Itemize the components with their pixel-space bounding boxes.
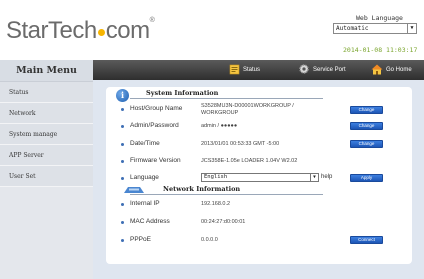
header: StarTech com® Web Language Automatic ▼ 20… [0, 0, 424, 60]
home-icon [371, 64, 383, 75]
nav-service-port[interactable]: Service Port [298, 60, 346, 80]
sidebar-item-network[interactable]: Network [0, 103, 93, 124]
network-info-divider [130, 194, 323, 195]
logo-dot-icon [97, 29, 105, 36]
nav-status[interactable]: Status [229, 60, 260, 80]
internal-ip-row: Internal IP 192.168.0.2 [106, 198, 412, 210]
firmware-value: JCS358E-1.05e LOADER 1.04V W2.02 [201, 158, 298, 164]
mac-address-row: MAC Address 00:24:27:d0:00:01 [106, 216, 412, 228]
chevron-down-icon[interactable]: ▼ [310, 174, 318, 181]
admin-password-change-button[interactable]: Change [350, 122, 383, 130]
host-group-label: Host/Group Name [130, 105, 183, 112]
system-info-divider [130, 98, 323, 99]
host-group-row: Host/Group Name S3528MU3N-D00001WORKGROU… [106, 103, 412, 116]
web-language-value: Automatic [336, 25, 369, 32]
language-row: Language English ▼ help Apply [106, 172, 412, 184]
mac-address-value: 00:24:27:d0:00:01 [201, 219, 246, 225]
pppoe-label: PPPoE [130, 236, 151, 243]
sidebar-item-system-manage[interactable]: System manage [0, 124, 93, 145]
bullet [121, 221, 124, 224]
date-time-label: Date/Time [130, 140, 160, 147]
date-time-change-button[interactable]: Change [350, 140, 383, 148]
admin-password-row: Admin/Password admin / ●●●●● Change [106, 120, 412, 132]
startech-logo[interactable]: StarTech com® [6, 17, 155, 45]
bullet [121, 143, 124, 146]
status-icon [229, 64, 240, 75]
bullet [121, 177, 124, 180]
logo-suffix: com [105, 17, 150, 44]
date-time-row: Date/Time 2013/01/01 00:53:33 GMT -5:00 … [106, 138, 412, 150]
main-content: i System Information Host/Group Name S35… [93, 80, 424, 279]
language-label: Language [130, 174, 159, 181]
host-group-change-button[interactable]: Change [350, 106, 383, 114]
sidebar-item-status[interactable]: Status [0, 82, 93, 103]
mac-address-label: MAC Address [130, 218, 170, 225]
internal-ip-label: Internal IP [130, 200, 160, 207]
logo-text: StarTech [6, 17, 97, 44]
nav-status-label: Status [243, 67, 261, 73]
firmware-label: Firmware Version [130, 157, 181, 164]
bullet [121, 160, 124, 163]
info-icon: i [116, 89, 129, 102]
language-value: English [204, 174, 228, 180]
network-icon [124, 187, 144, 193]
bullet [121, 125, 124, 128]
internal-ip-value: 192.168.0.2 [201, 201, 231, 207]
admin-password-value: admin / ●●●●● [201, 123, 238, 129]
nav-service-port-label: Service Port [313, 67, 346, 73]
date-time-value: 2013/01/01 00:53:33 GMT -5:00 [201, 141, 280, 147]
bullet [121, 239, 124, 242]
host-group-value: S3528MU3N-D00001WORKGROUP / WORKGROUP [201, 103, 294, 116]
firmware-row: Firmware Version JCS358E-1.05e LOADER 1.… [106, 155, 412, 167]
web-language-label: Web Language [356, 14, 403, 22]
system-info-title: System Information [146, 89, 219, 97]
web-language-select[interactable]: Automatic ▼ [333, 23, 417, 34]
gear-icon [299, 64, 309, 75]
sidebar: Main Menu Status Network System manage A… [0, 60, 93, 279]
network-info-title: Network Information [163, 185, 241, 193]
admin-password-label: Admin/Password [130, 122, 179, 129]
pppoe-value: 0.0.0.0 [201, 237, 218, 243]
sidebar-item-app-server[interactable]: APP Server [0, 145, 93, 166]
info-panel: i System Information Host/Group Name S35… [106, 87, 412, 264]
current-datetime: 2014-01-08 11:03:17 [343, 46, 418, 54]
pppoe-connect-button[interactable]: Connect [350, 236, 383, 244]
pppoe-row: PPPoE 0.0.0.0 Connect [106, 234, 412, 246]
language-apply-button[interactable]: Apply [350, 174, 383, 182]
help-link[interactable]: help [321, 174, 332, 180]
sidebar-item-user-set[interactable]: User Set [0, 166, 93, 187]
bullet [121, 108, 124, 111]
sidebar-title: Main Menu [0, 60, 93, 82]
top-nav-bar: Status Service Port Go Home [93, 60, 424, 80]
bullet [121, 203, 124, 206]
nav-go-home-label: Go Home [386, 67, 412, 73]
language-select[interactable]: English ▼ [201, 173, 319, 182]
nav-go-home[interactable]: Go Home [371, 60, 412, 80]
chevron-down-icon[interactable]: ▼ [407, 24, 416, 33]
